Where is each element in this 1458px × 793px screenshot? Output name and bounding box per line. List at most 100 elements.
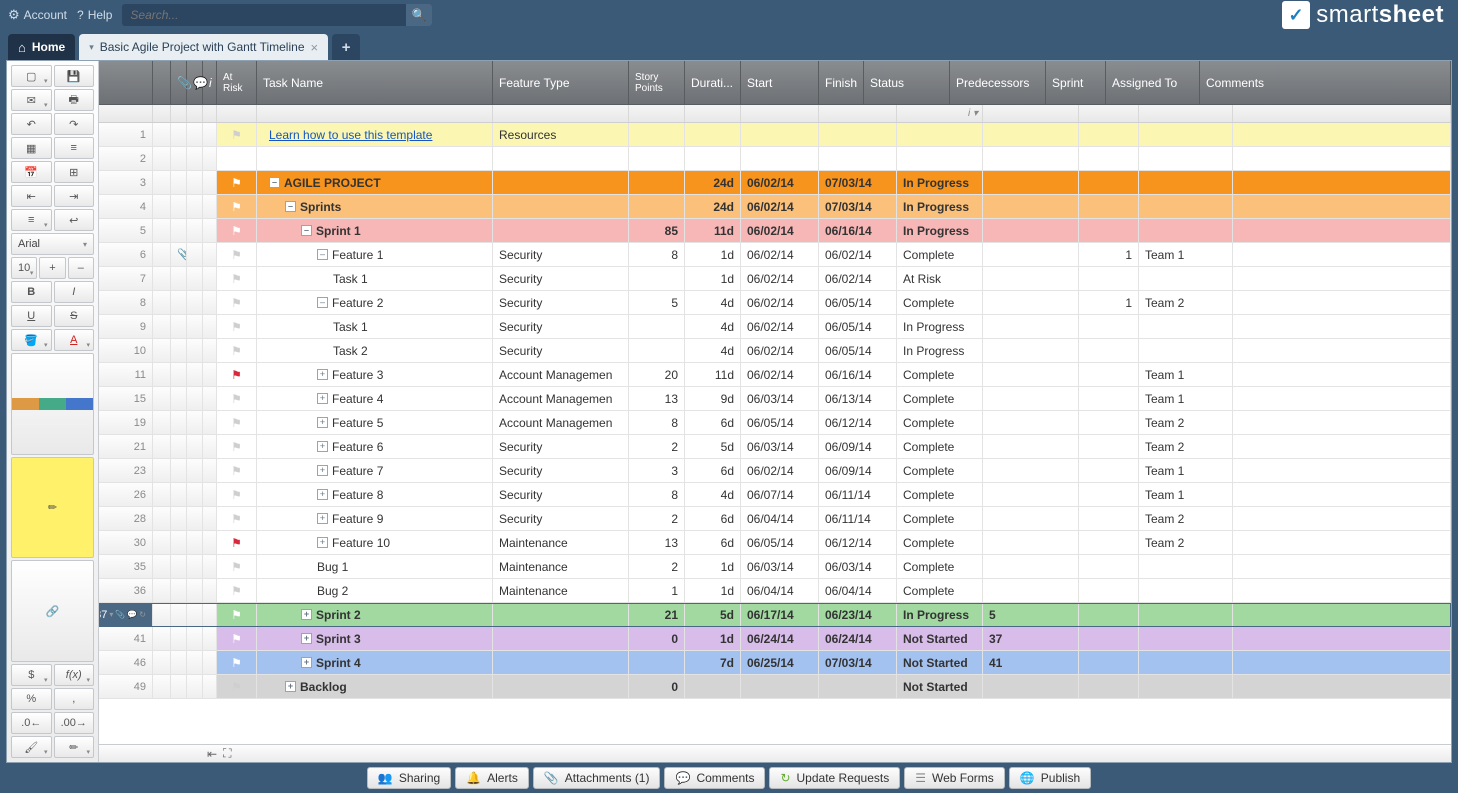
row-number[interactable]: 2 <box>99 147 153 170</box>
italic-button[interactable]: I <box>54 281 95 303</box>
cell-assigned[interactable] <box>1139 171 1233 194</box>
cell-assigned[interactable] <box>1139 675 1233 698</box>
row-expander[interactable]: + <box>317 537 328 548</box>
table-row[interactable]: 5⚑–Sprint 18511d06/02/1406/16/14In Progr… <box>99 219 1451 243</box>
cell-story-points[interactable]: 0 <box>629 627 685 650</box>
cell-feature[interactable]: Security <box>493 267 629 290</box>
cell-sprint[interactable] <box>1079 339 1139 362</box>
cell-finish[interactable]: 06/24/14 <box>819 627 897 650</box>
cell-assigned[interactable]: Team 2 <box>1139 531 1233 554</box>
cell-sprint[interactable] <box>1079 411 1139 434</box>
cell-predecessors[interactable] <box>983 675 1079 698</box>
cell-duration[interactable]: 24d <box>685 171 741 194</box>
cell-predecessors[interactable]: 5 <box>983 603 1079 626</box>
row-expander[interactable]: + <box>317 465 328 476</box>
cell-feature[interactable]: Maintenance <box>493 555 629 578</box>
cell-comments[interactable] <box>1233 243 1451 266</box>
table-row[interactable]: 30⚑+Feature 10Maintenance136d06/05/1406/… <box>99 531 1451 555</box>
row-expander[interactable]: – <box>269 177 280 188</box>
cell-story-points[interactable] <box>629 195 685 218</box>
publish-button[interactable]: 🌐Publish <box>1009 767 1091 789</box>
comma-button[interactable]: , <box>54 688 95 710</box>
cell-duration[interactable] <box>685 123 741 146</box>
cell-task[interactable]: –Feature 2 <box>257 291 493 314</box>
cell-start[interactable]: 06/05/14 <box>741 411 819 434</box>
row-expander[interactable]: + <box>317 441 328 452</box>
table-row[interactable]: 35⚑Bug 1Maintenance21d06/03/1406/03/14Co… <box>99 555 1451 579</box>
calendar-button[interactable]: 📅 <box>11 161 52 183</box>
cell-comments[interactable] <box>1233 267 1451 290</box>
cell-task[interactable]: +Feature 3 <box>257 363 493 386</box>
cell-duration[interactable]: 1d <box>685 555 741 578</box>
row-expander[interactable]: + <box>317 417 328 428</box>
cell-task[interactable]: –Sprint 1 <box>257 219 493 242</box>
tab-dropdown-icon[interactable]: ▾ <box>89 42 94 53</box>
cell-risk[interactable]: ⚑ <box>217 675 257 698</box>
hdr-attach[interactable]: 📎 <box>171 61 187 104</box>
cell-assigned[interactable]: Team 2 <box>1139 435 1233 458</box>
cell-status[interactable]: At Risk <box>897 267 983 290</box>
cell-status[interactable]: In Progress <box>897 603 983 626</box>
formula-button[interactable]: f(x) <box>54 664 95 686</box>
cell-start[interactable]: 06/05/14 <box>741 531 819 554</box>
cell-status[interactable]: In Progress <box>897 339 983 362</box>
strike-button[interactable]: S <box>54 305 95 327</box>
cell-predecessors[interactable] <box>983 507 1079 530</box>
cell-comments[interactable] <box>1233 219 1451 242</box>
table-row[interactable]: 41⚑+Sprint 301d06/24/1406/24/14Not Start… <box>99 627 1451 651</box>
hdr-finish[interactable]: Finish <box>819 61 864 104</box>
cell-task[interactable]: Task 1 <box>257 315 493 338</box>
cell-start[interactable]: 06/02/14 <box>741 267 819 290</box>
cell-start[interactable]: 06/02/14 <box>741 171 819 194</box>
cell-task[interactable]: +Feature 4 <box>257 387 493 410</box>
cell-assigned[interactable]: Team 1 <box>1139 243 1233 266</box>
cell-risk[interactable]: ⚑ <box>217 507 257 530</box>
hdr-status[interactable]: Status <box>864 61 950 104</box>
cell-finish[interactable]: 06/02/14 <box>819 243 897 266</box>
flag-icon[interactable]: ⚑ <box>231 584 242 598</box>
cell-predecessors[interactable] <box>983 291 1079 314</box>
row-number[interactable]: 1 <box>99 123 153 146</box>
cell-start[interactable]: 06/02/14 <box>741 291 819 314</box>
cell-feature[interactable]: Security <box>493 459 629 482</box>
bold-button[interactable]: B <box>11 281 52 303</box>
link-button[interactable]: 🔗 <box>11 560 94 662</box>
cell-duration[interactable]: 24d <box>685 195 741 218</box>
cell-predecessors[interactable] <box>983 123 1079 146</box>
flag-icon[interactable]: ⚑ <box>231 656 242 670</box>
cell-story-points[interactable]: 13 <box>629 531 685 554</box>
table-row[interactable]: 7⚑Task 1Security1d06/02/1406/02/14At Ris… <box>99 267 1451 291</box>
cell-assigned[interactable]: Team 1 <box>1139 387 1233 410</box>
save-button[interactable]: 💾 <box>54 65 95 87</box>
cell-duration[interactable] <box>685 675 741 698</box>
row-number[interactable]: 9 <box>99 315 153 338</box>
row-number[interactable]: 4 <box>99 195 153 218</box>
cell-status[interactable]: Complete <box>897 507 983 530</box>
cell-predecessors[interactable] <box>983 459 1079 482</box>
cell-comments[interactable] <box>1233 411 1451 434</box>
cell-start[interactable]: 06/17/14 <box>741 603 819 626</box>
cell-start[interactable]: 06/03/14 <box>741 555 819 578</box>
row-expander[interactable]: + <box>301 657 312 668</box>
update-requests-button[interactable]: ↻Update Requests <box>769 767 900 789</box>
cell-risk[interactable]: ⚑ <box>217 267 257 290</box>
cell-task[interactable] <box>257 147 493 170</box>
new-button[interactable]: ▢ <box>11 65 52 87</box>
flag-icon[interactable]: ⚑ <box>231 608 242 622</box>
cell-start[interactable]: 06/02/14 <box>741 219 819 242</box>
cell-risk[interactable]: ⚑ <box>217 195 257 218</box>
row-number[interactable]: 36 <box>99 579 153 602</box>
cell-task[interactable]: +Feature 7 <box>257 459 493 482</box>
cell-start[interactable]: 06/07/14 <box>741 483 819 506</box>
hdr-comments[interactable]: Comments <box>1200 61 1451 104</box>
cell-assigned[interactable] <box>1139 339 1233 362</box>
cell-start[interactable] <box>741 675 819 698</box>
cell-sprint[interactable] <box>1079 627 1139 650</box>
cell-comments[interactable] <box>1233 291 1451 314</box>
cell-task[interactable]: +Feature 6 <box>257 435 493 458</box>
cell-duration[interactable]: 7d <box>685 651 741 674</box>
cell-duration[interactable]: 4d <box>685 315 741 338</box>
cell-risk[interactable]: ⚑ <box>217 171 257 194</box>
cell-sprint[interactable] <box>1079 483 1139 506</box>
row-expander[interactable]: – <box>317 297 328 308</box>
